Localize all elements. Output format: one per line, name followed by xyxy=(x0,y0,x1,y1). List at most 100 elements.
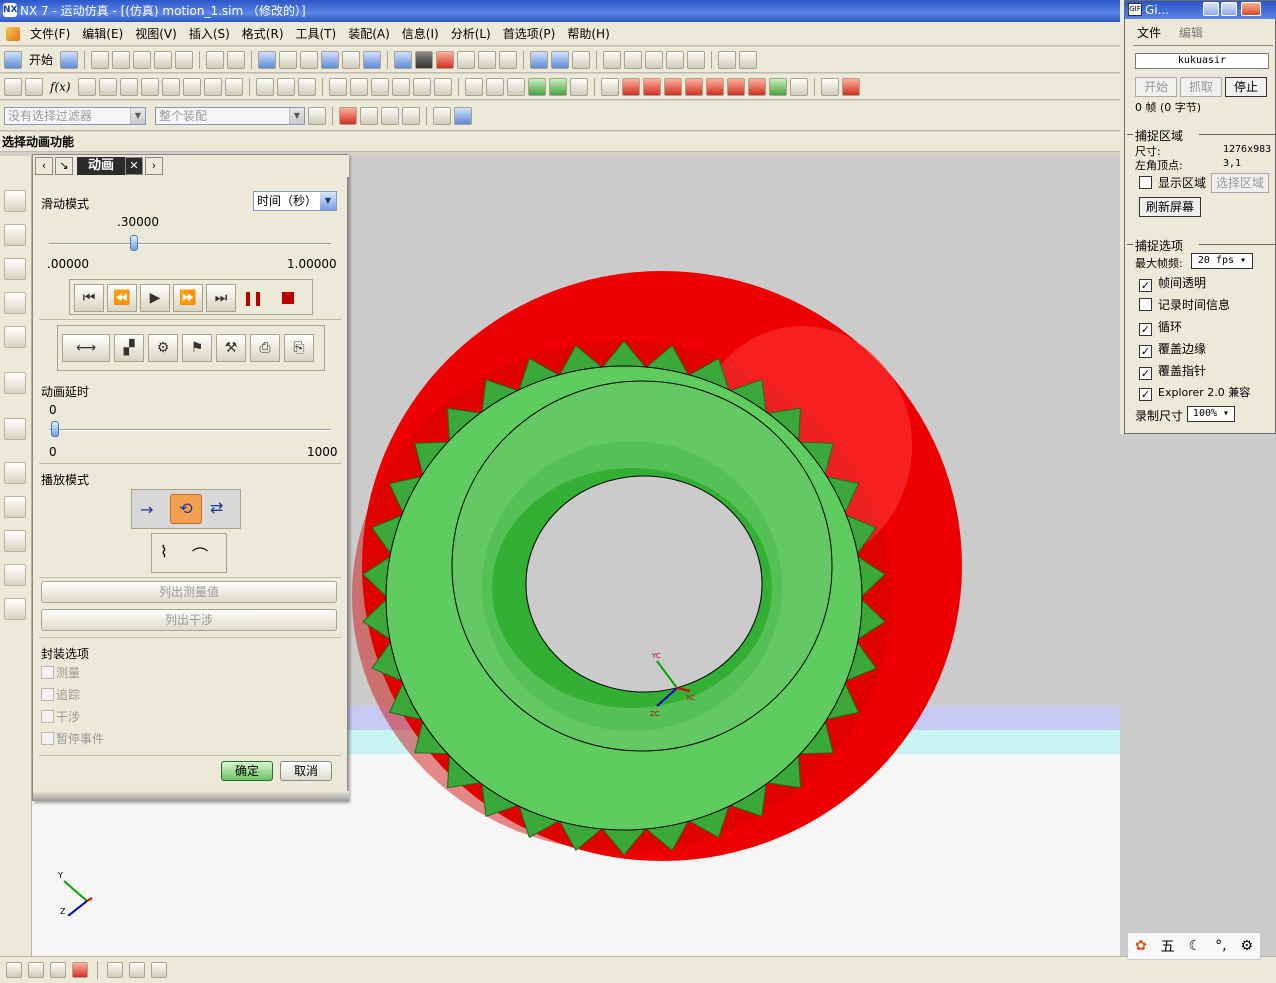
refresh-screen-button[interactable]: 刷新屏幕 xyxy=(1139,197,1201,217)
view-icon[interactable] xyxy=(478,50,497,69)
checkbox-box[interactable] xyxy=(1139,298,1152,311)
max-fps-select[interactable]: 20 fps ▾ xyxy=(1191,253,1253,269)
ruler-icon[interactable] xyxy=(718,50,737,69)
system-scenes-icon[interactable] xyxy=(4,598,26,620)
chevron-down-icon[interactable]: ▼ xyxy=(289,107,304,124)
wrench-icon[interactable] xyxy=(28,962,44,978)
export-icon[interactable] xyxy=(768,77,787,96)
measure-distance-icon[interactable] xyxy=(485,77,504,96)
palette-icon[interactable] xyxy=(4,530,26,552)
measure-tool-button[interactable]: ⟷ xyxy=(62,334,110,362)
record-size-select[interactable]: 100% ▾ xyxy=(1187,406,1235,422)
ping-pong-icon[interactable]: ⇄ xyxy=(210,498,223,517)
gif-menu-file[interactable]: 文件 xyxy=(1137,26,1161,40)
gear-model[interactable]: YC XC ZC xyxy=(332,266,992,886)
render-style-icon[interactable] xyxy=(415,50,434,69)
zoom-icon[interactable] xyxy=(279,50,298,69)
start-button[interactable]: 开始 xyxy=(25,51,57,68)
loop-icon[interactable]: ⟲ xyxy=(170,494,202,524)
filter-icon[interactable] xyxy=(129,962,145,978)
checkbox-box[interactable] xyxy=(41,666,54,679)
movie-icon[interactable] xyxy=(820,77,839,96)
time-slider-track[interactable] xyxy=(49,243,331,245)
trace-tool-button[interactable]: ⚙ xyxy=(148,334,178,362)
cover-edges-checkbox[interactable]: ✓ 覆盖边缘 xyxy=(1139,341,1206,358)
select-all-icon[interactable] xyxy=(454,106,472,125)
slide-mode-select[interactable]: 时间（秒） ▼ xyxy=(253,191,337,211)
layer-icon[interactable] xyxy=(457,50,476,69)
assembly-navigator-icon[interactable] xyxy=(4,224,26,246)
history-navigator-icon[interactable] xyxy=(4,462,26,484)
paste-icon[interactable] xyxy=(133,50,152,69)
list-measurements-button[interactable]: 列出测量值 xyxy=(41,581,337,603)
roles-icon[interactable] xyxy=(4,564,26,586)
solution-icon[interactable] xyxy=(370,77,389,96)
prev-frame-icon[interactable] xyxy=(642,77,661,96)
pan-icon[interactable] xyxy=(342,50,361,69)
stop-icon[interactable] xyxy=(282,292,294,304)
filter-icon[interactable] xyxy=(687,50,706,69)
checkbox-check-icon[interactable]: ✓ xyxy=(1139,279,1152,292)
fit-icon[interactable] xyxy=(258,50,277,69)
assembly-icon[interactable] xyxy=(72,962,88,978)
zoom-window-icon[interactable] xyxy=(300,50,319,69)
start-icon[interactable] xyxy=(4,50,22,69)
trace-icon[interactable]: ⌇ xyxy=(160,542,168,561)
rectangle-select-icon[interactable] xyxy=(433,106,451,125)
solve-icon[interactable] xyxy=(391,77,410,96)
play-icon[interactable] xyxy=(663,77,682,96)
delay-slider-track[interactable] xyxy=(49,429,331,431)
select-area-button[interactable]: 选择区域 xyxy=(1211,173,1269,193)
trace-icon[interactable] xyxy=(433,77,452,96)
interference-icon[interactable] xyxy=(506,77,525,96)
save-icon[interactable] xyxy=(60,50,79,69)
explode-tool-button[interactable]: ⚑ xyxy=(182,334,212,362)
motion-body-icon[interactable] xyxy=(4,77,22,96)
stop-icon[interactable] xyxy=(747,77,766,96)
snap-point-icon[interactable] xyxy=(339,106,357,125)
measure-checkbox[interactable]: 测量 xyxy=(41,665,80,681)
prev-frame-button[interactable]: ⏪ xyxy=(107,284,137,312)
rotate-icon[interactable] xyxy=(321,50,340,69)
select-body-icon[interactable] xyxy=(402,106,420,125)
menu-view[interactable]: 视图(V) xyxy=(129,25,183,42)
next-frame-icon[interactable] xyxy=(684,77,703,96)
rack-pinion-icon[interactable] xyxy=(276,77,295,96)
orient-icon[interactable] xyxy=(436,50,455,69)
trace-checkbox[interactable]: 追踪 xyxy=(41,687,80,703)
first-frame-icon[interactable] xyxy=(621,77,640,96)
checkbox-check-icon[interactable]: ✓ xyxy=(1139,388,1152,401)
next-frame-button[interactable]: ⏩ xyxy=(173,284,203,312)
punctuation-icon[interactable]: °, xyxy=(1215,938,1226,954)
type-filter-combo[interactable]: 没有选择过滤器 ▼ xyxy=(4,106,146,125)
explode-icon[interactable]: ⌒ xyxy=(192,542,208,566)
driver-icon[interactable] xyxy=(349,77,368,96)
first-frame-button[interactable]: ⏮ xyxy=(74,284,104,312)
function-button[interactable]: f(x) xyxy=(46,80,75,94)
system-materials-icon[interactable] xyxy=(4,496,26,518)
history-icon[interactable] xyxy=(4,372,26,394)
selection-scope-combo[interactable]: 整个装配 ▼ xyxy=(155,106,305,125)
link-icon[interactable] xyxy=(25,77,43,96)
gear-filter-icon[interactable] xyxy=(308,106,326,125)
bushing-icon[interactable] xyxy=(161,77,180,96)
delay-slider-thumb[interactable] xyxy=(51,421,59,437)
gif-capture-button[interactable]: 抓取 xyxy=(1180,77,1222,97)
reuse-library-icon[interactable] xyxy=(4,326,26,348)
gif-stop-button[interactable]: 停止 xyxy=(1225,77,1267,97)
undo-icon[interactable] xyxy=(175,50,194,69)
menu-insert[interactable]: 插入(S) xyxy=(183,25,236,42)
perspective-icon[interactable] xyxy=(363,50,382,69)
cut-icon[interactable] xyxy=(91,50,110,69)
undo-select-icon[interactable] xyxy=(360,106,378,125)
visualization-icon[interactable] xyxy=(572,50,591,69)
command-finder-icon[interactable] xyxy=(206,50,225,69)
marker-tool-button[interactable]: ▞ xyxy=(114,334,144,362)
checkbox-check-icon[interactable]: ✓ xyxy=(1139,367,1152,380)
damper-icon[interactable] xyxy=(140,77,159,96)
record-time-checkbox[interactable]: 记录时间信息 xyxy=(1139,297,1230,313)
reset-icon[interactable]: ↘ xyxy=(55,157,73,175)
component-icon[interactable] xyxy=(50,962,66,978)
cursor-icon[interactable] xyxy=(227,50,246,69)
angle-icon[interactable] xyxy=(739,50,758,69)
